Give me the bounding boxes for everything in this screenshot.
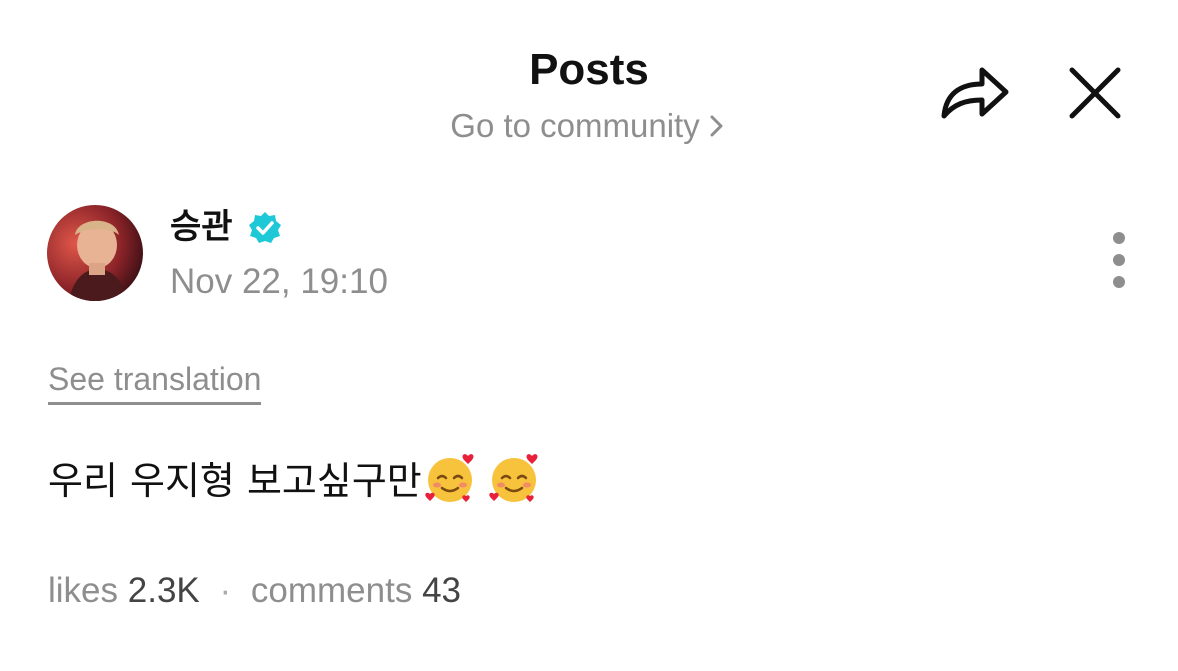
see-translation-link[interactable]: See translation [48, 358, 262, 405]
likes-count[interactable]: 2.3K [128, 571, 200, 610]
chevron-right-icon [710, 115, 723, 137]
post-text: 우리 우지형 보고싶구만 [48, 459, 422, 503]
post-body: 우리 우지형 보고싶구만 [48, 450, 544, 508]
close-icon[interactable] [1064, 64, 1126, 122]
author-name[interactable]: 승관 [170, 204, 233, 250]
smiling-face-with-hearts-icon [489, 454, 538, 502]
post-stats: likes 2.3K · comments 43 [48, 568, 461, 614]
share-icon[interactable] [938, 60, 1012, 126]
smiling-face-with-hearts-icon [425, 454, 474, 502]
more-options-icon[interactable] [1100, 228, 1138, 294]
likes-label[interactable]: likes [48, 571, 118, 610]
comments-label[interactable]: comments [251, 571, 412, 610]
stats-separator: · [219, 571, 232, 610]
post-timestamp: Nov 22, 19:10 [170, 262, 388, 301]
go-to-community-label: Go to community [450, 107, 700, 144]
verified-badge-icon [249, 212, 281, 243]
comments-count[interactable]: 43 [422, 571, 461, 610]
avatar[interactable] [47, 205, 143, 301]
